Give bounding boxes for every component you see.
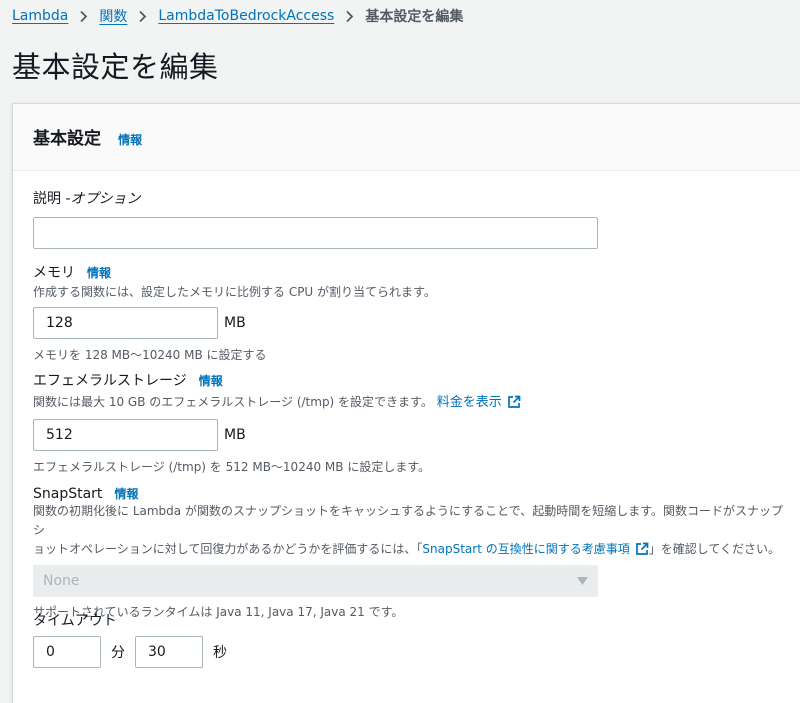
description-field: 説明 - オプション <box>33 188 598 249</box>
ephemeral-description: 関数には最大 10 GB のエフェメラルストレージ (/tmp) を設定できます… <box>33 393 521 415</box>
breadcrumb-function-name[interactable]: LambdaToBedrockAccess <box>158 8 334 24</box>
memory-label-text: メモリ <box>33 265 75 281</box>
ephemeral-label: エフェメラルストレージ 情報 <box>33 370 521 390</box>
breadcrumb-current: 基本設定を編集 <box>365 9 464 25</box>
timeout-input-row: 分 秒 <box>33 636 227 668</box>
chevron-right-icon <box>345 10 354 23</box>
snapstart-compat-link-text: SnapStart の互換性に関する考慮事項 <box>422 542 630 556</box>
panel-info-link[interactable]: 情報 <box>118 133 142 147</box>
panel-header: 基本設定 情報 <box>13 104 800 171</box>
memory-label: メモリ 情報 <box>33 262 436 282</box>
description-input[interactable] <box>33 217 598 249</box>
external-link-icon <box>507 395 521 415</box>
snapstart-selected-value: None <box>43 573 80 589</box>
snapstart-label: SnapStart 情報 <box>33 485 793 502</box>
memory-input[interactable] <box>33 307 218 339</box>
memory-hint: メモリを 128 MB〜10240 MB に設定する <box>33 348 267 362</box>
memory-field: メモリ 情報 作成する関数には、設定したメモリに比例する CPU が割り当てられ… <box>33 262 436 363</box>
timeout-seconds-input[interactable] <box>135 636 203 668</box>
ephemeral-label-text: エフェメラルストレージ <box>33 373 187 389</box>
memory-unit: MB <box>224 315 246 331</box>
snapstart-desc-suffix: 」を確認してください。 <box>648 542 781 556</box>
timeout-minutes-unit: 分 <box>111 645 125 661</box>
timeout-field: タイムアウト 分 秒 <box>33 610 227 668</box>
ephemeral-storage-field: エフェメラルストレージ 情報 関数には最大 10 GB のエフェメラルストレージ… <box>33 370 521 475</box>
snapstart-compat-link[interactable]: SnapStart の互換性に関する考慮事項 <box>422 542 649 556</box>
snapstart-desc-line1: 関数の初期化後に Lambda が関数のスナップショットをキャッシュするようにす… <box>33 504 784 537</box>
snapstart-info-link[interactable]: 情報 <box>114 485 138 502</box>
snapstart-desc-line2: ョットオペレーションに対して回復力があるかどうかを評価するには、「SnapSta… <box>33 540 793 562</box>
pricing-link[interactable]: 料金を表示 <box>437 395 521 410</box>
ephemeral-storage-input[interactable] <box>33 419 218 451</box>
page-title: 基本設定を編集 <box>12 50 219 84</box>
memory-info-link[interactable]: 情報 <box>87 264 111 281</box>
pricing-link-text: 料金を表示 <box>436 395 502 410</box>
panel-title: 基本設定 <box>33 129 101 149</box>
memory-description: 作成する関数には、設定したメモリに比例する CPU が割り当てられます。 <box>33 285 436 299</box>
snapstart-desc-prefix: ョットオペレーションに対して回復力があるかどうかを評価するには、「 <box>33 542 423 556</box>
snapstart-select[interactable]: None <box>33 565 598 597</box>
chevron-right-icon <box>79 10 88 23</box>
snapstart-label-text: SnapStart <box>33 485 103 502</box>
timeout-label: タイムアウト <box>33 613 117 629</box>
optional-label: オプション <box>70 191 141 207</box>
chevron-right-icon <box>138 10 147 23</box>
ephemeral-description-text: 関数には最大 10 GB のエフェメラルストレージ (/tmp) を設定できます… <box>33 395 433 409</box>
ephemeral-unit: MB <box>224 427 246 443</box>
timeout-seconds-unit: 秒 <box>213 645 227 661</box>
memory-input-row: MB <box>33 307 436 339</box>
timeout-minutes-input[interactable] <box>33 636 101 668</box>
ephemeral-info-link[interactable]: 情報 <box>199 372 223 389</box>
external-link-icon <box>635 542 649 562</box>
ephemeral-input-row: MB <box>33 419 521 451</box>
caret-down-icon <box>577 573 588 589</box>
snapstart-field: SnapStart 情報 関数の初期化後に Lambda が関数のスナップショッ… <box>33 485 793 620</box>
snapstart-description: 関数の初期化後に Lambda が関数のスナップショットをキャッシュするようにす… <box>33 502 793 562</box>
breadcrumb-functions[interactable]: 関数 <box>99 6 127 26</box>
breadcrumb: Lambda 関数 LambdaToBedrockAccess 基本設定を編集 <box>12 6 463 26</box>
description-label-text: 説明 - <box>33 191 71 207</box>
description-label: 説明 - オプション <box>33 188 598 208</box>
basic-settings-panel: 基本設定 情報 説明 - オプション メモリ 情報 作成する関数には、設定したメ… <box>12 103 800 703</box>
ephemeral-hint: エフェメラルストレージ (/tmp) を 512 MB〜10240 MB に設定… <box>33 460 431 474</box>
breadcrumb-lambda[interactable]: Lambda <box>12 8 68 24</box>
